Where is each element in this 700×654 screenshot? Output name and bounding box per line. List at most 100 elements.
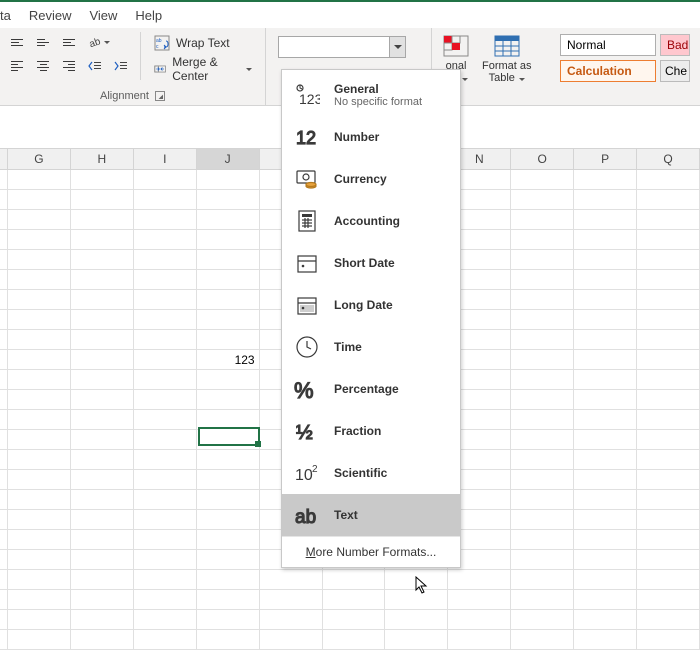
cell[interactable] [71, 350, 134, 370]
cell[interactable] [197, 570, 260, 590]
cell[interactable] [8, 230, 71, 250]
cell[interactable] [8, 210, 71, 230]
cell[interactable] [574, 530, 637, 550]
cell[interactable] [197, 210, 260, 230]
cell[interactable] [637, 250, 700, 270]
cell[interactable] [134, 570, 197, 590]
cell[interactable] [71, 310, 134, 330]
cell[interactable] [134, 430, 197, 450]
cell[interactable] [637, 630, 700, 650]
col-header-I[interactable]: I [134, 149, 197, 169]
cell[interactable] [511, 490, 574, 510]
cell[interactable] [8, 530, 71, 550]
cell[interactable] [511, 170, 574, 190]
cell[interactable] [134, 250, 197, 270]
cell[interactable] [574, 490, 637, 510]
cell[interactable] [134, 390, 197, 410]
cell[interactable] [197, 470, 260, 490]
cell[interactable] [71, 550, 134, 570]
cell[interactable] [8, 450, 71, 470]
cell[interactable] [637, 170, 700, 190]
cell[interactable] [511, 530, 574, 550]
cell[interactable] [323, 610, 386, 630]
cell[interactable] [511, 630, 574, 650]
col-header-P[interactable]: P [574, 149, 637, 169]
cell[interactable] [71, 290, 134, 310]
cell[interactable] [574, 350, 637, 370]
cell[interactable] [260, 630, 323, 650]
cell[interactable] [71, 170, 134, 190]
cell[interactable] [574, 430, 637, 450]
cell[interactable] [71, 490, 134, 510]
cell[interactable] [134, 290, 197, 310]
cell[interactable] [197, 230, 260, 250]
cell[interactable] [574, 290, 637, 310]
cell[interactable] [260, 570, 323, 590]
increase-indent-button[interactable] [110, 56, 132, 76]
cell[interactable] [574, 330, 637, 350]
cell[interactable] [637, 350, 700, 370]
align-middle-button[interactable] [32, 32, 54, 52]
cell[interactable] [197, 190, 260, 210]
cell[interactable] [71, 410, 134, 430]
cell[interactable] [385, 610, 448, 630]
cell[interactable] [385, 570, 448, 590]
cell[interactable] [134, 470, 197, 490]
cell[interactable] [511, 510, 574, 530]
cell[interactable] [71, 390, 134, 410]
cell[interactable] [637, 470, 700, 490]
cell[interactable] [71, 610, 134, 630]
cell[interactable] [8, 610, 71, 630]
cell[interactable] [71, 210, 134, 230]
cell[interactable] [637, 410, 700, 430]
cell[interactable] [197, 390, 260, 410]
cell[interactable] [197, 410, 260, 430]
align-right-button[interactable] [58, 56, 80, 76]
format-item-time[interactable]: Time [282, 326, 460, 368]
wrap-text-button[interactable]: abc Wrap Text [147, 32, 259, 54]
cell[interactable] [511, 390, 574, 410]
cell[interactable] [71, 590, 134, 610]
cell[interactable] [637, 370, 700, 390]
align-bottom-button[interactable] [58, 32, 80, 52]
cell[interactable] [574, 230, 637, 250]
cell[interactable] [8, 350, 71, 370]
cell[interactable] [8, 250, 71, 270]
cell[interactable] [574, 410, 637, 430]
cell[interactable] [511, 330, 574, 350]
cell[interactable] [197, 330, 260, 350]
cell[interactable] [8, 430, 71, 450]
cell[interactable] [574, 250, 637, 270]
cell[interactable] [260, 610, 323, 630]
cell[interactable] [574, 450, 637, 470]
cell[interactable] [448, 570, 511, 590]
cell[interactable] [134, 510, 197, 530]
cell[interactable] [134, 630, 197, 650]
cell[interactable] [511, 610, 574, 630]
cell[interactable] [574, 190, 637, 210]
cell[interactable] [574, 510, 637, 530]
cell[interactable] [197, 290, 260, 310]
cell[interactable] [8, 370, 71, 390]
cell[interactable]: 123 [197, 350, 260, 370]
col-header-Q[interactable]: Q [637, 149, 700, 169]
cell[interactable] [134, 450, 197, 470]
cell[interactable] [574, 570, 637, 590]
cell[interactable] [323, 570, 386, 590]
format-item-general[interactable]: 123GeneralNo specific format [282, 74, 460, 116]
cell[interactable] [134, 370, 197, 390]
col-header-J[interactable]: J [197, 149, 260, 169]
cell[interactable] [8, 630, 71, 650]
cell[interactable] [574, 210, 637, 230]
cell[interactable] [8, 510, 71, 530]
cell[interactable] [637, 490, 700, 510]
align-left-button[interactable] [6, 56, 28, 76]
more-number-formats[interactable]: More Number Formats... [282, 536, 460, 567]
cell[interactable] [197, 550, 260, 570]
cell[interactable] [8, 310, 71, 330]
cell[interactable] [71, 430, 134, 450]
format-item-scientific[interactable]: 102Scientific [282, 452, 460, 494]
cell[interactable] [71, 230, 134, 250]
cell[interactable] [134, 190, 197, 210]
cell[interactable] [637, 230, 700, 250]
